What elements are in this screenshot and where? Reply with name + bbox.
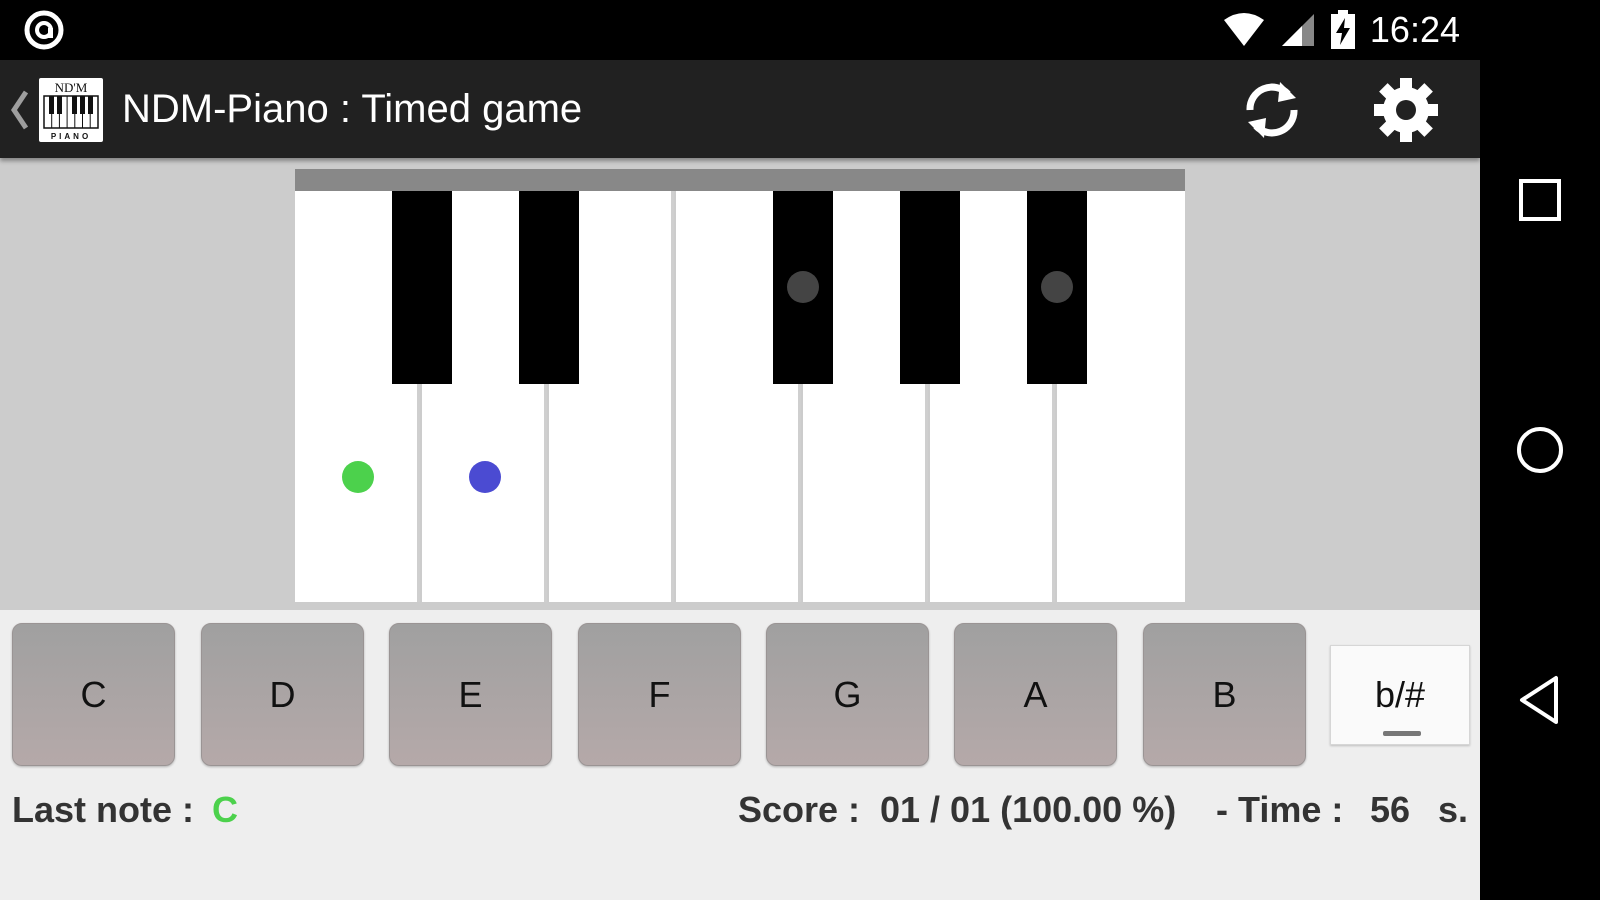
key-dot-c [342,461,374,493]
refresh-icon[interactable] [1236,74,1308,146]
action-bar: ND'M PIANO NDM-Piano : Timed game [0,60,1480,158]
key-dot-f-sharp [787,271,819,303]
black-key-g-sharp[interactable] [900,191,960,384]
settings-gear-icon[interactable] [1370,74,1442,146]
info-line: Last note : C Score : 01 / 01 (100.00 %)… [0,780,1480,840]
keyboard-area [0,158,1480,610]
note-button-c[interactable]: C [12,623,175,766]
time-unit: s. [1438,789,1469,830]
battery-charging-icon [1330,10,1355,49]
app-logo[interactable]: ND'M PIANO [37,76,105,144]
home-circle-icon[interactable] [1510,420,1570,480]
note-button-d[interactable]: D [201,623,364,766]
status-bar: 16:24 [0,0,1480,60]
wifi-icon [1223,13,1264,46]
piano-logo-icon: ND'M PIANO [43,80,99,141]
score-label: Score : [738,789,861,830]
time-label: - Time : [1216,789,1344,830]
note-button-g[interactable]: G [766,623,929,766]
cell-signal-icon [1281,14,1314,46]
recents-square-icon[interactable] [1510,170,1570,230]
last-note-label: Last note : [12,789,195,830]
keyboard-top-bar [295,169,1185,191]
status-right-group: 16:24 [1222,8,1460,52]
status-time: 16:24 [1369,9,1460,50]
key-dot-d [469,461,501,493]
toggle-indicator [1383,731,1421,736]
back-triangle-icon[interactable] [1510,670,1570,730]
notification-circle-icon [24,10,64,50]
time-value: 56 [1370,789,1411,830]
black-key-d-sharp[interactable] [519,191,579,384]
logo-text: ND'M [55,80,88,95]
content-area: C D E F G A B b/# Last note : C Score : … [0,158,1480,900]
navigation-bar [1480,0,1600,900]
score-value: 01 / 01 (100.00 %) [880,789,1177,830]
app-title: NDM-Piano : Timed game [122,87,583,131]
piano-keyboard [295,169,1185,603]
note-button-f[interactable]: F [578,623,741,766]
accidental-toggle-button[interactable]: b/# [1330,645,1470,745]
accidental-toggle-label: b/# [1374,674,1426,715]
logo-subtext: PIANO [51,132,91,141]
key-dot-a-sharp [1041,271,1073,303]
note-button-a[interactable]: A [954,623,1117,766]
note-button-b[interactable]: B [1143,623,1306,766]
note-buttons-row: C D E F G A B b/# [0,623,1480,773]
note-button-e[interactable]: E [389,623,552,766]
up-chevron-icon[interactable] [8,88,30,132]
last-note-value: C [212,789,238,830]
android-screen: 16:24 ND'M PIANO NDM-Piano: Timed game … [0,0,1600,900]
black-key-c-sharp[interactable] [392,191,452,384]
